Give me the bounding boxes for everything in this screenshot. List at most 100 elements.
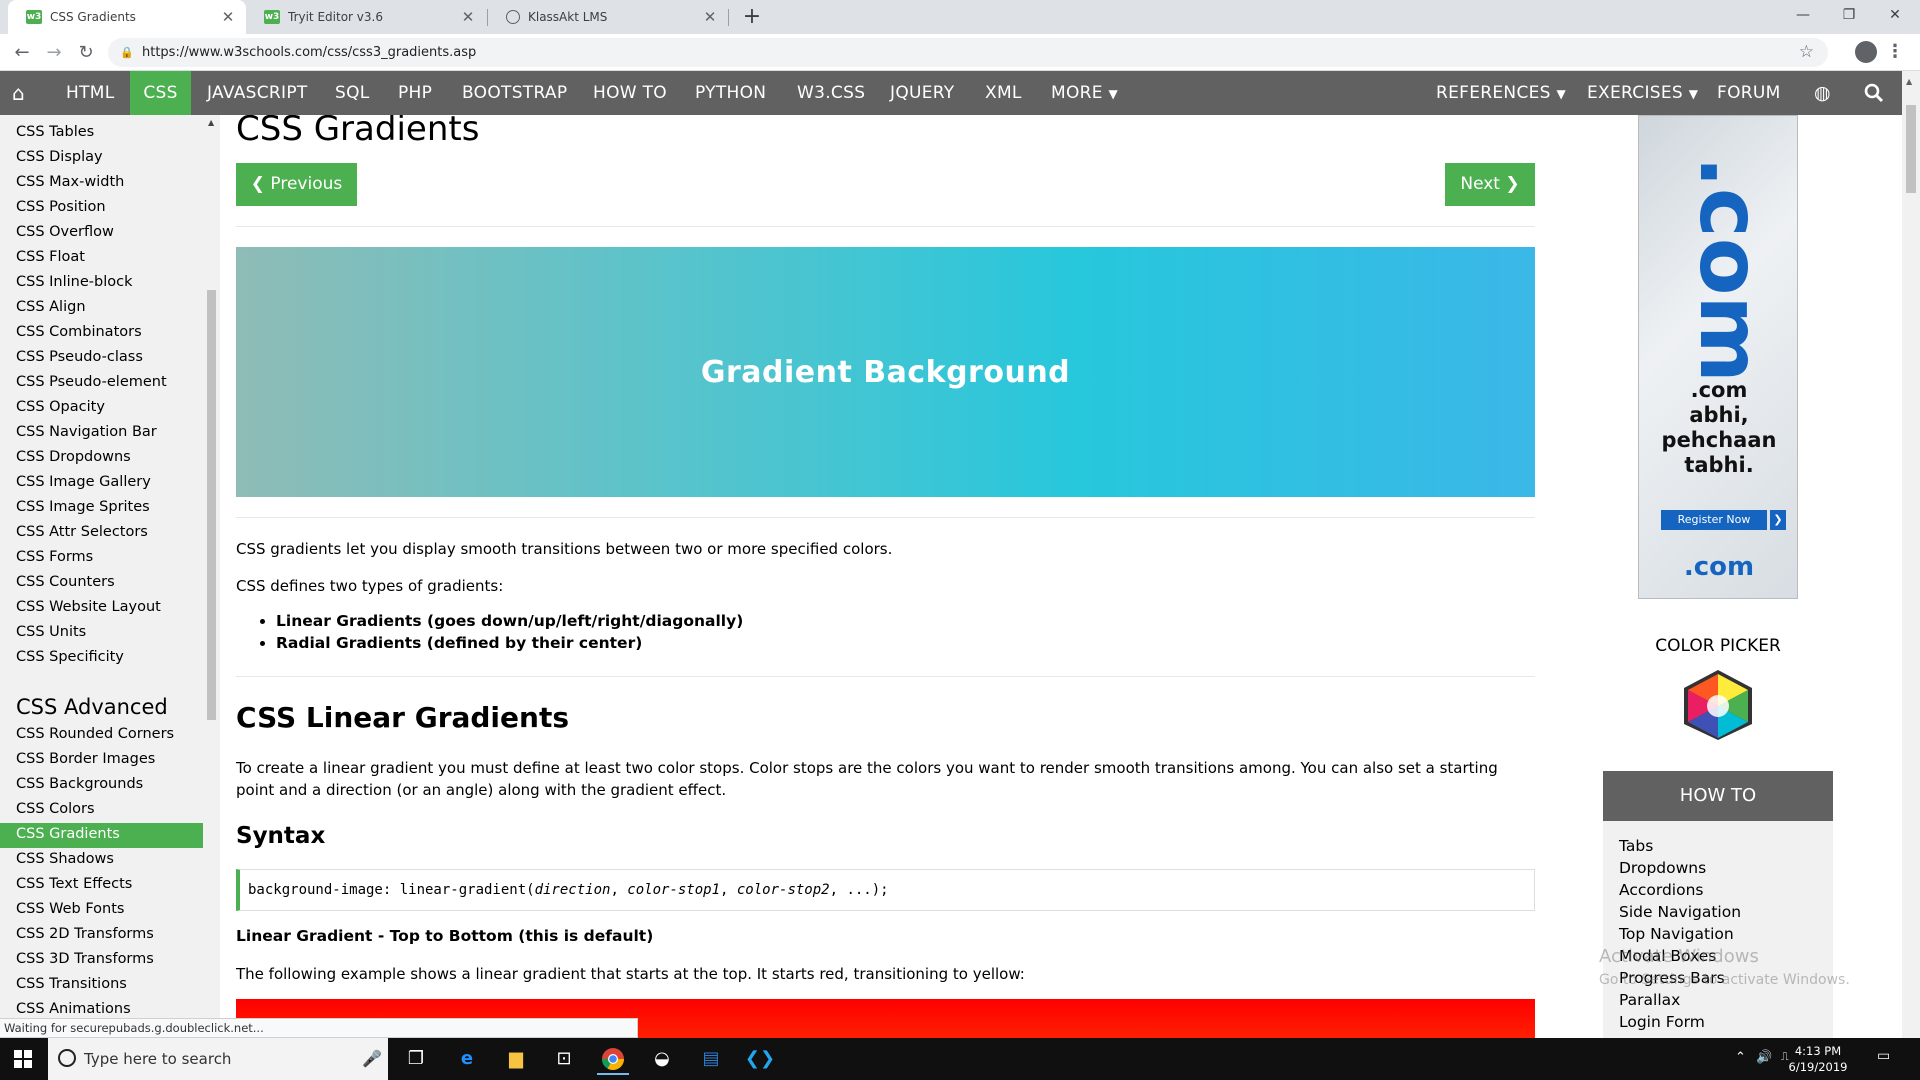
notification-icon[interactable]: ▭: [1877, 1048, 1897, 1068]
how-to-link[interactable]: Side Navigation: [1619, 903, 1741, 921]
search-icon[interactable]: [1864, 71, 1884, 115]
chrome-icon[interactable]: [597, 1043, 629, 1075]
sidebar-item[interactable]: CSS Float: [16, 249, 85, 265]
sidebar-item[interactable]: CSS Opacity: [16, 399, 105, 415]
how-to-link[interactable]: Dropdowns: [1619, 859, 1706, 877]
sidebar-item[interactable]: CSS Backgrounds: [16, 776, 143, 792]
color-picker-icon[interactable]: [1678, 668, 1758, 746]
tray-chevron-icon[interactable]: ⌃: [1735, 1050, 1746, 1065]
sidebar-item[interactable]: CSS Shadows: [16, 851, 114, 867]
browser-tab-css-gradients[interactable]: w3 CSS Gradients ✕: [8, 0, 246, 34]
sidebar-item[interactable]: CSS Overflow: [16, 224, 114, 240]
sidebar-item-active[interactable]: CSS Gradients: [0, 823, 203, 848]
scroll-up-arrow-icon[interactable]: ▲: [1906, 77, 1912, 86]
bookmark-star-icon[interactable]: ☆: [1799, 38, 1814, 67]
address-bar[interactable]: 🔒 https://www.w3schools.com/css/css3_gra…: [108, 38, 1828, 67]
nav-javascript[interactable]: JAVASCRIPT: [207, 71, 308, 115]
sidebar-scrollbar[interactable]: ▲: [206, 115, 217, 1038]
new-tab-button[interactable]: +: [738, 3, 766, 31]
next-button[interactable]: Next ❯: [1445, 163, 1535, 206]
sidebar-item[interactable]: CSS Image Sprites: [16, 499, 150, 515]
how-to-link[interactable]: Parallax: [1619, 991, 1680, 1009]
sidebar-item[interactable]: CSS Attr Selectors: [16, 524, 148, 540]
close-icon[interactable]: ✕: [458, 8, 478, 26]
nav-sql[interactable]: SQL: [335, 71, 370, 115]
sidebar-item[interactable]: CSS Counters: [16, 574, 115, 590]
sidebar-item[interactable]: CSS Display: [16, 149, 103, 165]
nav-python[interactable]: PYTHON: [695, 71, 766, 115]
sidebar-item[interactable]: CSS Forms: [16, 549, 93, 565]
windows-start-icon[interactable]: [14, 1050, 32, 1068]
task-view-icon[interactable]: ❐: [400, 1043, 432, 1075]
how-to-link[interactable]: Tabs: [1619, 837, 1653, 855]
nav-how-to[interactable]: HOW TO: [593, 71, 667, 115]
globe-icon[interactable]: ◍: [1814, 71, 1831, 115]
sidebar-item[interactable]: CSS Position: [16, 199, 106, 215]
sidebar-item[interactable]: CSS Border Images: [16, 751, 155, 767]
nav-w3css[interactable]: W3.CSS: [797, 71, 865, 115]
minimize-icon[interactable]: —: [1780, 0, 1826, 30]
page-scrollbar-thumb[interactable]: [1906, 105, 1916, 193]
previous-button[interactable]: ❮ Previous: [236, 163, 357, 206]
microphone-icon[interactable]: 🎤: [362, 1038, 382, 1080]
taskbar-search-box[interactable]: Type here to search 🎤: [48, 1038, 388, 1080]
store-icon[interactable]: ⊡: [548, 1043, 580, 1075]
sidebar-item[interactable]: CSS Web Fonts: [16, 901, 125, 917]
eclipse-icon[interactable]: ◒: [646, 1043, 678, 1075]
sidebar-item[interactable]: CSS Pseudo-class: [16, 349, 143, 365]
profile-avatar-icon[interactable]: [1855, 41, 1877, 63]
close-icon[interactable]: ✕: [218, 8, 238, 26]
sidebar-item[interactable]: CSS Pseudo-element: [16, 374, 167, 390]
nav-exercises[interactable]: EXERCISES ▼: [1587, 71, 1698, 115]
sidebar-item[interactable]: CSS 3D Transforms: [16, 951, 154, 967]
sidebar-item[interactable]: CSS Inline-block: [16, 274, 132, 290]
how-to-link[interactable]: Top Navigation: [1619, 925, 1734, 943]
sidebar-item[interactable]: CSS Website Layout: [16, 599, 161, 615]
sidebar-item[interactable]: CSS Rounded Corners: [16, 726, 174, 742]
back-arrow-icon[interactable]: ←: [8, 39, 36, 67]
nav-php[interactable]: PHP: [398, 71, 432, 115]
edge-icon[interactable]: e: [451, 1043, 483, 1075]
nav-xml[interactable]: XML: [985, 71, 1022, 115]
sidebar-item[interactable]: CSS Specificity: [16, 649, 124, 665]
how-to-link[interactable]: Login Form: [1619, 1013, 1705, 1031]
sidebar-item[interactable]: CSS Max-width: [16, 174, 124, 190]
nav-forum[interactable]: FORUM: [1717, 71, 1781, 115]
sidebar-item[interactable]: CSS Image Gallery: [16, 474, 151, 490]
home-icon[interactable]: ⌂: [12, 71, 42, 115]
nav-jquery[interactable]: JQUERY: [890, 71, 955, 115]
nav-html[interactable]: HTML: [66, 71, 115, 115]
reload-icon[interactable]: ↻: [72, 39, 100, 67]
how-to-link[interactable]: Accordions: [1619, 881, 1704, 899]
advertisement-banner[interactable]: .com .com abhi, pehchaan tabhi. Register…: [1638, 115, 1798, 599]
nav-more[interactable]: MORE ▼: [1051, 71, 1118, 115]
page-scrollbar[interactable]: ▲: [1902, 71, 1920, 1038]
sidebar-item[interactable]: CSS Colors: [16, 801, 95, 817]
nav-css[interactable]: CSS: [130, 71, 191, 115]
sidebar-item[interactable]: CSS Animations: [16, 1001, 131, 1017]
scroll-up-arrow-icon[interactable]: ▲: [208, 118, 214, 127]
sidebar-item[interactable]: CSS Transitions: [16, 976, 127, 992]
sidebar-scrollbar-thumb[interactable]: [207, 290, 216, 720]
sidebar-item[interactable]: CSS Tables: [16, 124, 94, 140]
sidebar-item[interactable]: CSS Units: [16, 624, 86, 640]
forward-arrow-icon[interactable]: →: [40, 39, 68, 67]
ad-register-button[interactable]: Register Now: [1661, 510, 1767, 530]
restore-icon[interactable]: ❐: [1826, 0, 1872, 30]
chevron-right-icon[interactable]: ❯: [1770, 510, 1786, 530]
browser-tab-klassakt[interactable]: KlassAkt LMS ✕: [488, 0, 728, 34]
file-explorer-icon[interactable]: ▆: [500, 1043, 532, 1075]
taskbar-clock[interactable]: 4:13 PM 6/19/2019: [1783, 1043, 1853, 1075]
kebab-menu-icon[interactable]: ⋮: [1886, 38, 1904, 66]
sidebar-item[interactable]: CSS Align: [16, 299, 86, 315]
word-doc-icon[interactable]: ▤: [695, 1043, 727, 1075]
sidebar-item[interactable]: CSS Combinators: [16, 324, 142, 340]
close-icon[interactable]: ✕: [700, 8, 720, 26]
sidebar-item[interactable]: CSS Dropdowns: [16, 449, 131, 465]
sidebar-item[interactable]: CSS Navigation Bar: [16, 424, 157, 440]
nav-bootstrap[interactable]: BOOTSTRAP: [462, 71, 567, 115]
volume-icon[interactable]: 🔊: [1756, 1050, 1772, 1065]
nav-references[interactable]: REFERENCES ▼: [1436, 71, 1566, 115]
sidebar-item[interactable]: CSS Text Effects: [16, 876, 132, 892]
vscode-icon[interactable]: ❮❯: [744, 1043, 776, 1075]
